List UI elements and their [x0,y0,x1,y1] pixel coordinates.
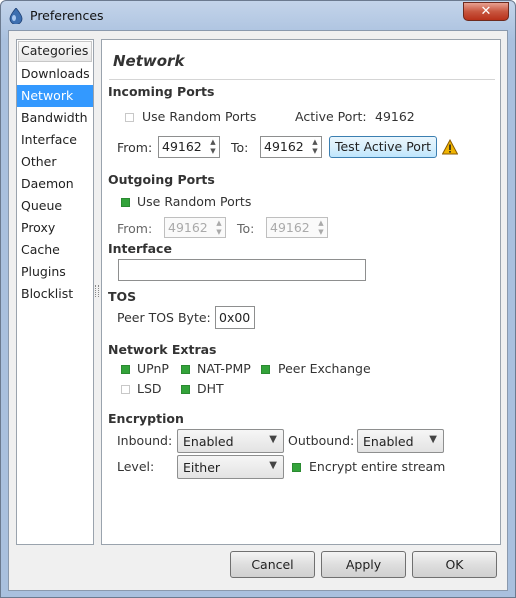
incoming-from-label: From: [117,140,153,155]
lsd-checkbox[interactable] [121,385,130,394]
outgoing-random-ports-label[interactable]: Use Random Ports [137,194,251,209]
active-port-label: Active Port: [295,109,367,124]
sidebar-item-blocklist[interactable]: Blocklist [17,283,93,305]
incoming-from-value[interactable]: 49162 [162,139,202,154]
upnp-label[interactable]: UPnP [137,361,169,376]
incoming-to-value[interactable]: 49162 [264,139,304,154]
spin-up-icon[interactable]: ▲ [316,219,326,228]
dialog-body: Categories Downloads Network Bandwidth I… [8,30,508,591]
upnp-checkbox[interactable] [121,365,130,374]
outgoing-from-value[interactable]: 49162 [168,220,208,235]
incoming-random-ports-label[interactable]: Use Random Ports [142,109,256,124]
outgoing-from-label: From: [117,221,153,236]
ok-button[interactable]: OK [412,551,497,578]
close-icon: ✕ [480,4,492,19]
outbound-value[interactable]: Enabled [363,434,414,449]
close-button[interactable]: ✕ [463,2,509,21]
categories-header[interactable]: Categories [18,41,92,62]
nat-pmp-label[interactable]: NAT-PMP [197,361,251,376]
incoming-to-spinner[interactable]: 49162 ▲ ▼ [260,136,322,158]
spin-down-icon[interactable]: ▼ [214,228,224,237]
dht-label[interactable]: DHT [197,381,224,396]
dht-checkbox[interactable] [181,385,190,394]
spin-down-icon[interactable]: ▼ [310,147,320,156]
level-value[interactable]: Either [183,460,220,475]
sidebar-item-proxy[interactable]: Proxy [17,217,93,239]
sidebar-item-downloads[interactable]: Downloads [17,63,93,85]
page-title: Network [113,52,185,70]
spin-down-icon[interactable]: ▼ [208,147,218,156]
incoming-ports-title: Incoming Ports [108,84,215,99]
spin-up-icon[interactable]: ▲ [208,138,218,147]
heading-divider [109,79,495,80]
chevron-down-icon[interactable]: ▼ [269,460,277,471]
warning-icon [442,139,458,155]
nat-pmp-checkbox[interactable] [181,365,190,374]
active-port-value: 49162 [375,109,415,124]
outbound-label: Outbound: [288,433,355,448]
spin-up-icon[interactable]: ▲ [310,138,320,147]
spin-down-icon[interactable]: ▼ [316,228,326,237]
chevron-down-icon[interactable]: ▼ [429,434,437,445]
network-extras-title: Network Extras [108,342,217,357]
sidebar-item-bandwidth[interactable]: Bandwidth [17,107,93,129]
outgoing-random-ports-checkbox[interactable] [121,198,130,207]
level-select[interactable]: Either ▼ [177,455,284,479]
sidebar-item-plugins[interactable]: Plugins [17,261,93,283]
tos-title: TOS [108,289,137,304]
peer-tos-label: Peer TOS Byte: [117,310,211,325]
test-active-port-button[interactable]: Test Active Port [329,136,437,158]
outgoing-to-value[interactable]: 49162 [270,220,310,235]
outgoing-ports-title: Outgoing Ports [108,172,215,187]
title-bar[interactable]: Preferences ✕ [1,1,515,31]
peer-exchange-label[interactable]: Peer Exchange [278,361,371,376]
sidebar-item-cache[interactable]: Cache [17,239,93,261]
lsd-label[interactable]: LSD [137,381,162,396]
sidebar-item-network[interactable]: Network [17,85,93,107]
outgoing-to-spinner[interactable]: 49162 ▲ ▼ [266,217,328,238]
chevron-down-icon[interactable]: ▼ [269,434,277,445]
sidebar-item-daemon[interactable]: Daemon [17,173,93,195]
apply-button[interactable]: Apply [321,551,406,578]
encrypt-stream-checkbox[interactable] [292,463,301,472]
inbound-select[interactable]: Enabled ▼ [177,429,284,453]
inbound-label: Inbound: [117,433,173,448]
peer-exchange-checkbox[interactable] [261,365,270,374]
encryption-title: Encryption [108,411,184,426]
interface-input[interactable] [118,259,366,281]
encrypt-stream-label[interactable]: Encrypt entire stream [309,459,445,474]
preferences-window: Preferences ✕ Categories Downloads Netwo… [0,0,516,598]
pane-resize-handle[interactable] [95,285,99,297]
interface-title: Interface [108,241,172,256]
sidebar-item-other[interactable]: Other [17,151,93,173]
sidebar-item-interface[interactable]: Interface [17,129,93,151]
incoming-random-ports-checkbox[interactable] [125,113,134,122]
outgoing-from-spinner[interactable]: 49162 ▲ ▼ [164,217,226,238]
outbound-select[interactable]: Enabled ▼ [357,429,444,453]
incoming-to-label: To: [231,140,249,155]
cancel-button[interactable]: Cancel [230,551,315,578]
inbound-value[interactable]: Enabled [183,434,234,449]
deluge-drop-icon [9,8,23,24]
network-panel: Network Incoming Ports Use Random Ports … [101,39,501,545]
peer-tos-input[interactable]: 0x00 [215,306,255,329]
sidebar-item-queue[interactable]: Queue [17,195,93,217]
level-label: Level: [117,459,155,474]
outgoing-to-label: To: [237,221,255,236]
categories-list: Categories Downloads Network Bandwidth I… [16,39,94,545]
spin-up-icon[interactable]: ▲ [214,219,224,228]
window-title: Preferences [30,8,104,23]
incoming-from-spinner[interactable]: 49162 ▲ ▼ [158,136,220,158]
